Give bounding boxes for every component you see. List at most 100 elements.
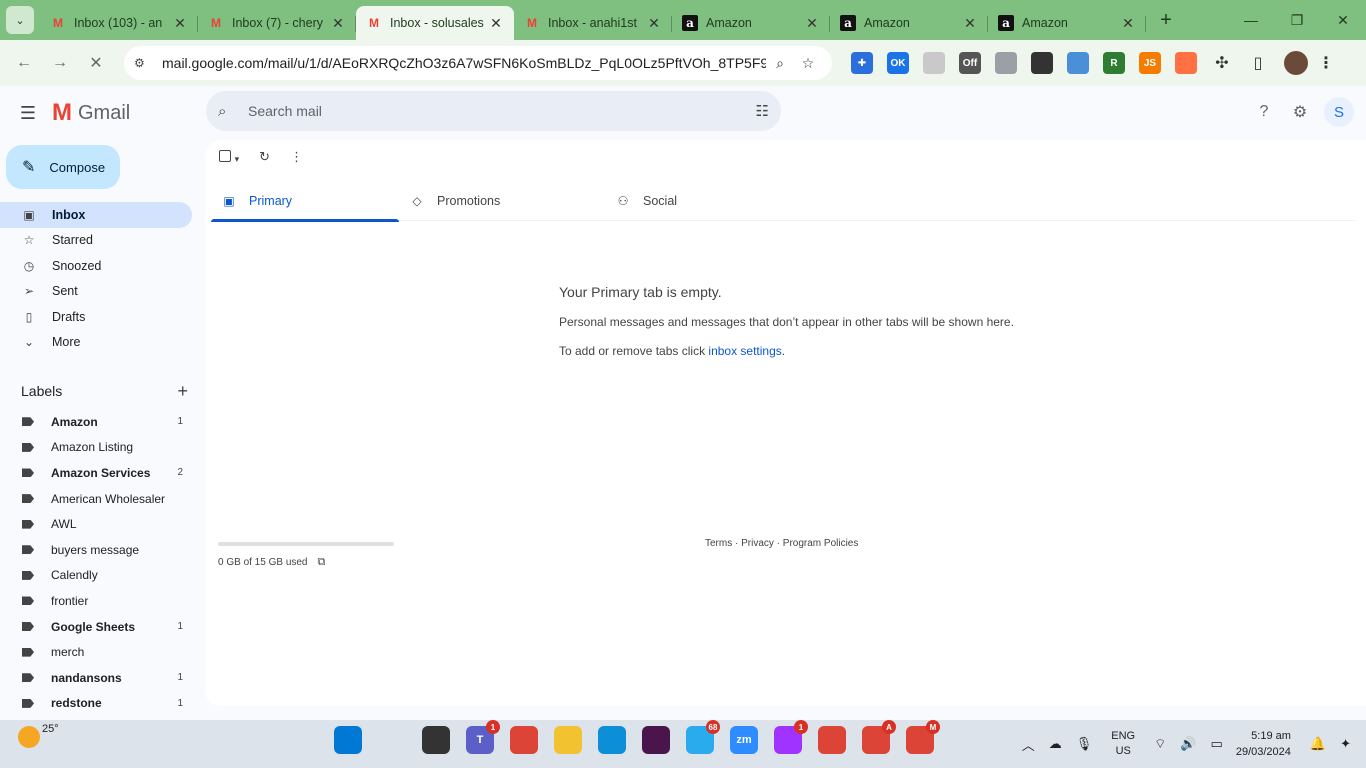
- tab-primary[interactable]: ▣ Primary: [211, 181, 399, 222]
- search-icon[interactable]: ⌕: [218, 103, 240, 120]
- profile-avatar[interactable]: [1284, 51, 1308, 75]
- js-extension-icon[interactable]: JS: [1139, 52, 1161, 74]
- browser-tab[interactable]: M Inbox - solusales ✕: [356, 6, 514, 40]
- puzzle-extensions-icon[interactable]: ✣: [1211, 52, 1233, 74]
- microphone-icon[interactable]: 🎙: [1076, 736, 1093, 752]
- label-item[interactable]: Amazon 1: [0, 409, 204, 435]
- label-item[interactable]: redstone 1: [0, 691, 204, 717]
- copilot-icon[interactable]: ✦: [1340, 736, 1351, 752]
- tab-promotions[interactable]: ◇ Promotions: [399, 181, 605, 221]
- menu-more-icon[interactable]: ⋮: [1315, 52, 1337, 74]
- extension-icon[interactable]: ✚: [851, 52, 873, 74]
- label-item[interactable]: Google Sheets 1: [0, 614, 204, 640]
- globe-extension-icon[interactable]: [995, 52, 1017, 74]
- chrome-profile-icon[interactable]: [818, 726, 846, 754]
- sidebar-item-starred[interactable]: ☆ Starred: [0, 228, 192, 254]
- notification-bell-icon[interactable]: 🔔: [1310, 736, 1326, 752]
- side-panel-icon[interactable]: ▯: [1247, 52, 1269, 74]
- search-icon[interactable]: [378, 726, 406, 754]
- search-bar[interactable]: ⌕ Search mail ☷: [206, 91, 781, 131]
- bookmark-star-icon[interactable]: ☆: [794, 55, 822, 72]
- close-tab-icon[interactable]: ✕: [1120, 15, 1136, 32]
- sidebar-item-sent[interactable]: ➢ Sent: [0, 279, 192, 305]
- footer-links[interactable]: Terms · Privacy · Program Policies: [705, 538, 858, 549]
- extension-icon[interactable]: [1067, 52, 1089, 74]
- teams-icon[interactable]: T1: [466, 720, 500, 754]
- compose-button[interactable]: ✎ Compose: [6, 145, 120, 189]
- label-item[interactable]: frontier: [0, 588, 204, 614]
- slack-icon[interactable]: [642, 726, 670, 754]
- browser-tab[interactable]: a Amazon ✕: [988, 6, 1146, 40]
- label-item[interactable]: merch: [0, 639, 204, 665]
- label-item[interactable]: American Wholesaler: [0, 486, 204, 512]
- language-indicator[interactable]: ENG US: [1111, 729, 1135, 759]
- label-item[interactable]: nandansons 1: [0, 665, 204, 691]
- more-options-icon[interactable]: ⋮: [290, 149, 303, 165]
- battery-icon[interactable]: ▭: [1211, 736, 1223, 752]
- restore-button[interactable]: ❐: [1274, 0, 1320, 40]
- gmail-logo[interactable]: M Gmail: [52, 99, 130, 127]
- close-tab-icon[interactable]: ✕: [804, 15, 820, 32]
- tab-social[interactable]: ⚇ Social: [605, 181, 811, 221]
- sidebar-item-snoozed[interactable]: ◷ Snoozed: [0, 253, 192, 279]
- chrome-icon[interactable]: [510, 726, 538, 754]
- sidebar-item-more[interactable]: ⌄ More: [0, 330, 192, 356]
- search-input[interactable]: Search mail: [248, 103, 756, 119]
- tab-search-button[interactable]: ⌄: [6, 6, 34, 34]
- browser-tab[interactable]: M Inbox (7) - chery ✕: [198, 6, 356, 40]
- help-icon[interactable]: ?: [1246, 94, 1282, 130]
- telegram-icon[interactable]: 68: [686, 720, 720, 754]
- zoom-icon[interactable]: zm: [730, 726, 758, 754]
- edge-icon[interactable]: [598, 726, 626, 754]
- inbox-settings-link[interactable]: inbox settings: [708, 344, 781, 358]
- browser-tab[interactable]: M Inbox (103) - an ✕: [40, 6, 198, 40]
- zoom-icon[interactable]: ⌕: [766, 55, 794, 72]
- new-tab-button[interactable]: +: [1152, 6, 1180, 34]
- network-status-icon[interactable]: ☁: [1049, 736, 1062, 752]
- extension-icon[interactable]: [1175, 52, 1197, 74]
- label-item[interactable]: Amazon Services 2: [0, 460, 204, 486]
- sidebar-item-drafts[interactable]: ▯ Drafts: [0, 304, 192, 330]
- label-item[interactable]: Calendly: [0, 563, 204, 589]
- messenger-icon[interactable]: 1: [774, 720, 808, 754]
- qr-extension-icon[interactable]: [1031, 52, 1053, 74]
- weather-widget[interactable]: 25°: [18, 723, 59, 748]
- back-button[interactable]: ←: [8, 47, 40, 79]
- site-info-icon[interactable]: ⚙: [134, 56, 154, 70]
- extension-ok-icon[interactable]: OK: [887, 52, 909, 74]
- close-tab-icon[interactable]: ✕: [962, 15, 978, 32]
- show-hidden-icons-chevron-icon[interactable]: ︿: [1022, 735, 1035, 754]
- address-bar[interactable]: ⚙ mail.google.com/mail/u/1/d/AEoRXRQcZhO…: [124, 46, 832, 80]
- forward-button[interactable]: →: [44, 47, 76, 79]
- file-explorer-icon[interactable]: [554, 726, 582, 754]
- chevron-down-icon[interactable]: ▾: [235, 154, 240, 164]
- label-item[interactable]: buyers message: [0, 537, 204, 563]
- label-item[interactable]: AWL: [0, 511, 204, 537]
- browser-tab[interactable]: M Inbox - anahi1st ✕: [514, 6, 672, 40]
- clock[interactable]: 5:19 am 29/03/2024: [1236, 728, 1291, 760]
- chrome-profile-m-icon[interactable]: M: [906, 720, 940, 754]
- windows-start-icon[interactable]: [334, 726, 362, 754]
- label-item[interactable]: Amazon Listing: [0, 435, 204, 461]
- terminal-icon[interactable]: [422, 726, 450, 754]
- url-text[interactable]: mail.google.com/mail/u/1/d/AEoRXRQcZhO3z…: [162, 55, 766, 71]
- sidebar-item-inbox[interactable]: ▣ Inbox: [0, 202, 192, 228]
- wifi-icon[interactable]: ⌔: [1154, 736, 1166, 752]
- rs-extension-icon[interactable]: R: [1103, 52, 1125, 74]
- close-tab-icon[interactable]: ✕: [330, 15, 346, 32]
- volume-icon[interactable]: 🔊: [1180, 736, 1196, 752]
- open-external-icon[interactable]: ⧉: [318, 556, 326, 569]
- close-tab-icon[interactable]: ✕: [646, 15, 662, 32]
- stop-loading-button[interactable]: ✕: [80, 47, 112, 79]
- close-tab-icon[interactable]: ✕: [172, 15, 188, 32]
- refresh-icon[interactable]: ↻: [259, 149, 270, 165]
- close-tab-icon[interactable]: ✕: [488, 15, 504, 32]
- browser-tab[interactable]: a Amazon ✕: [672, 6, 830, 40]
- create-label-button[interactable]: +: [177, 381, 188, 402]
- settings-gear-icon[interactable]: ⚙: [1282, 94, 1318, 130]
- chrome-profile-a-icon[interactable]: A: [862, 720, 896, 754]
- close-window-button[interactable]: ✕: [1320, 0, 1366, 40]
- account-avatar[interactable]: S: [1324, 97, 1354, 127]
- minimize-button[interactable]: —: [1228, 0, 1274, 40]
- extension-off-icon[interactable]: Off: [959, 52, 981, 74]
